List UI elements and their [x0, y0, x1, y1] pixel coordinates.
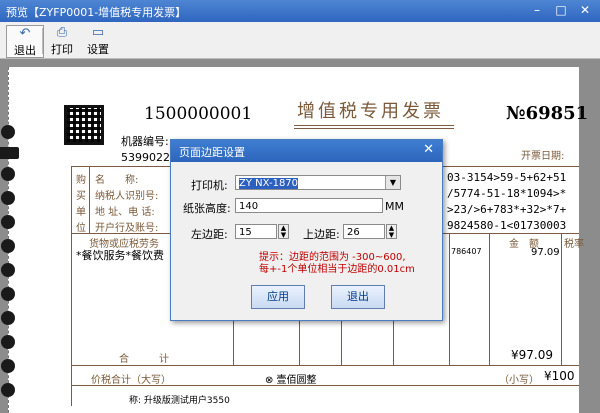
table-line: [71, 365, 579, 366]
exit-label: 退出: [14, 44, 36, 57]
total-label: 合 计: [119, 354, 169, 365]
left-margin-label: 左边距:: [191, 228, 228, 241]
maximize-button[interactable]: □: [550, 2, 572, 19]
buyer-side-2: 买: [76, 191, 86, 202]
unit-label: MM: [385, 200, 404, 213]
setup-label: 设置: [87, 43, 109, 56]
buyer-name-label: 名 称:: [95, 175, 139, 186]
paper-height-label: 纸张高度:: [183, 202, 231, 215]
window-titlebar: 预览【ZYFP0001-增值税专用发票】 – □ ✕: [0, 0, 600, 22]
total-value: ¥97.09: [511, 348, 553, 362]
title-underline: [294, 128, 454, 129]
feed-hole: [1, 239, 15, 253]
small-label: （小写）: [499, 375, 539, 386]
top-margin-input[interactable]: 26: [343, 224, 385, 239]
back-arrow-icon: ↶: [19, 26, 31, 41]
paper-height-input[interactable]: 140: [235, 198, 383, 213]
buyer-side-3: 单: [76, 207, 86, 218]
print-button[interactable]: ⎙ 打印: [44, 25, 80, 56]
close-window-button[interactable]: ✕: [574, 2, 596, 19]
price-tax-words: ⊗ 壹佰圆整: [265, 375, 317, 386]
feed-hole: [1, 263, 15, 277]
cipher-line: 03-3154>59-5+62+51: [447, 171, 567, 184]
invoice-no: №69851: [506, 103, 588, 124]
amount-value: 97.09: [531, 247, 560, 258]
feed-hole: [1, 125, 15, 139]
feed-hole: [1, 359, 15, 373]
no-prefix: №: [506, 103, 526, 124]
seller-name: 称: 升级版测试用户3550: [129, 396, 230, 406]
dialog-titlebar: 页面边距设置 ✕: [171, 140, 442, 162]
toolbar-separator: [42, 28, 43, 54]
small-value: ¥100: [544, 369, 575, 383]
unit-price: 786407: [451, 247, 482, 256]
buyer-side-1: 购: [76, 175, 86, 186]
dialog-title: 页面边距设置: [179, 146, 245, 159]
invoice-code: 5399022: [121, 151, 170, 164]
price-tax-label: 价税合计（大写）: [91, 375, 171, 386]
buyer-address-label: 地 址、电 话:: [95, 207, 155, 218]
exit-button[interactable]: ↶ 退出: [6, 25, 44, 58]
buyer-side-4: 位: [76, 223, 86, 234]
feed-hole: [1, 215, 15, 229]
feed-hole: [1, 167, 15, 181]
printer-icon: ⎙: [56, 25, 68, 40]
dropdown-arrow-icon[interactable]: ▼: [385, 176, 400, 189]
feed-hole: [0, 147, 19, 159]
title-underline: [294, 125, 454, 126]
invoice-number-left: 1500000001: [144, 104, 253, 124]
table-line: [489, 233, 490, 365]
printer-selected-value: ZY NX-1870: [239, 178, 299, 189]
table-line: [71, 166, 72, 406]
cipher-line: 9824580-1<01730003: [447, 219, 567, 232]
qr-code: [64, 105, 104, 145]
printer-label: 打印机:: [191, 179, 228, 192]
minimize-button[interactable]: –: [526, 2, 548, 19]
hint-line-2: 每+-1个单位相当于边距的0.01cm: [259, 264, 415, 275]
print-label: 打印: [51, 43, 73, 56]
top-margin-spinner[interactable]: ▲ ▼: [386, 224, 397, 239]
dialog-exit-button[interactable]: 退出: [331, 285, 385, 309]
page-setup-icon: ▭: [91, 25, 105, 40]
table-line: [449, 233, 450, 365]
dialog-close-button[interactable]: ✕: [423, 142, 434, 157]
invoice-title: 增值税专用发票: [297, 101, 444, 122]
machine-no-label: 机器编号:: [121, 135, 169, 148]
item-line: *餐饮服务*餐饮费: [76, 249, 164, 262]
left-margin-input[interactable]: 15: [235, 224, 277, 239]
left-margin-spinner[interactable]: ▲ ▼: [278, 224, 289, 239]
cipher-line: >23/>6+783*+32>*7+: [447, 203, 567, 216]
buyer-bank-label: 开户行及账号:: [95, 223, 159, 234]
apply-button[interactable]: 应用: [251, 285, 305, 309]
feed-hole: [1, 311, 15, 325]
cipher-line: /5774-51-18*1094>*: [447, 187, 567, 200]
feed-hole: [1, 335, 15, 349]
printer-select[interactable]: ZY NX-1870 ▼: [235, 175, 401, 190]
feed-hole: [1, 287, 15, 301]
table-line: [89, 166, 90, 233]
table-line: [561, 233, 562, 365]
window-title: 预览【ZYFP0001-增值税专用发票】: [6, 6, 187, 19]
tax-rate-header: 税率: [564, 239, 584, 250]
issue-date-label: 开票日期:: [521, 151, 565, 162]
toolbar: ↶ 退出 ⎙ 打印 ▭ 设置: [0, 22, 600, 59]
margin-settings-dialog: 页面边距设置 ✕ 打印机: ZY NX-1870 ▼ 纸张高度: 140 MM …: [170, 139, 443, 321]
table-line: [71, 385, 579, 386]
feed-hole: [1, 383, 15, 397]
no-value: 69851: [525, 103, 589, 124]
setup-button[interactable]: ▭ 设置: [80, 25, 116, 56]
top-margin-label: 上边距:: [303, 228, 340, 241]
buyer-taxid-label: 纳税人识别号:: [95, 191, 159, 202]
feed-hole: [1, 191, 15, 205]
